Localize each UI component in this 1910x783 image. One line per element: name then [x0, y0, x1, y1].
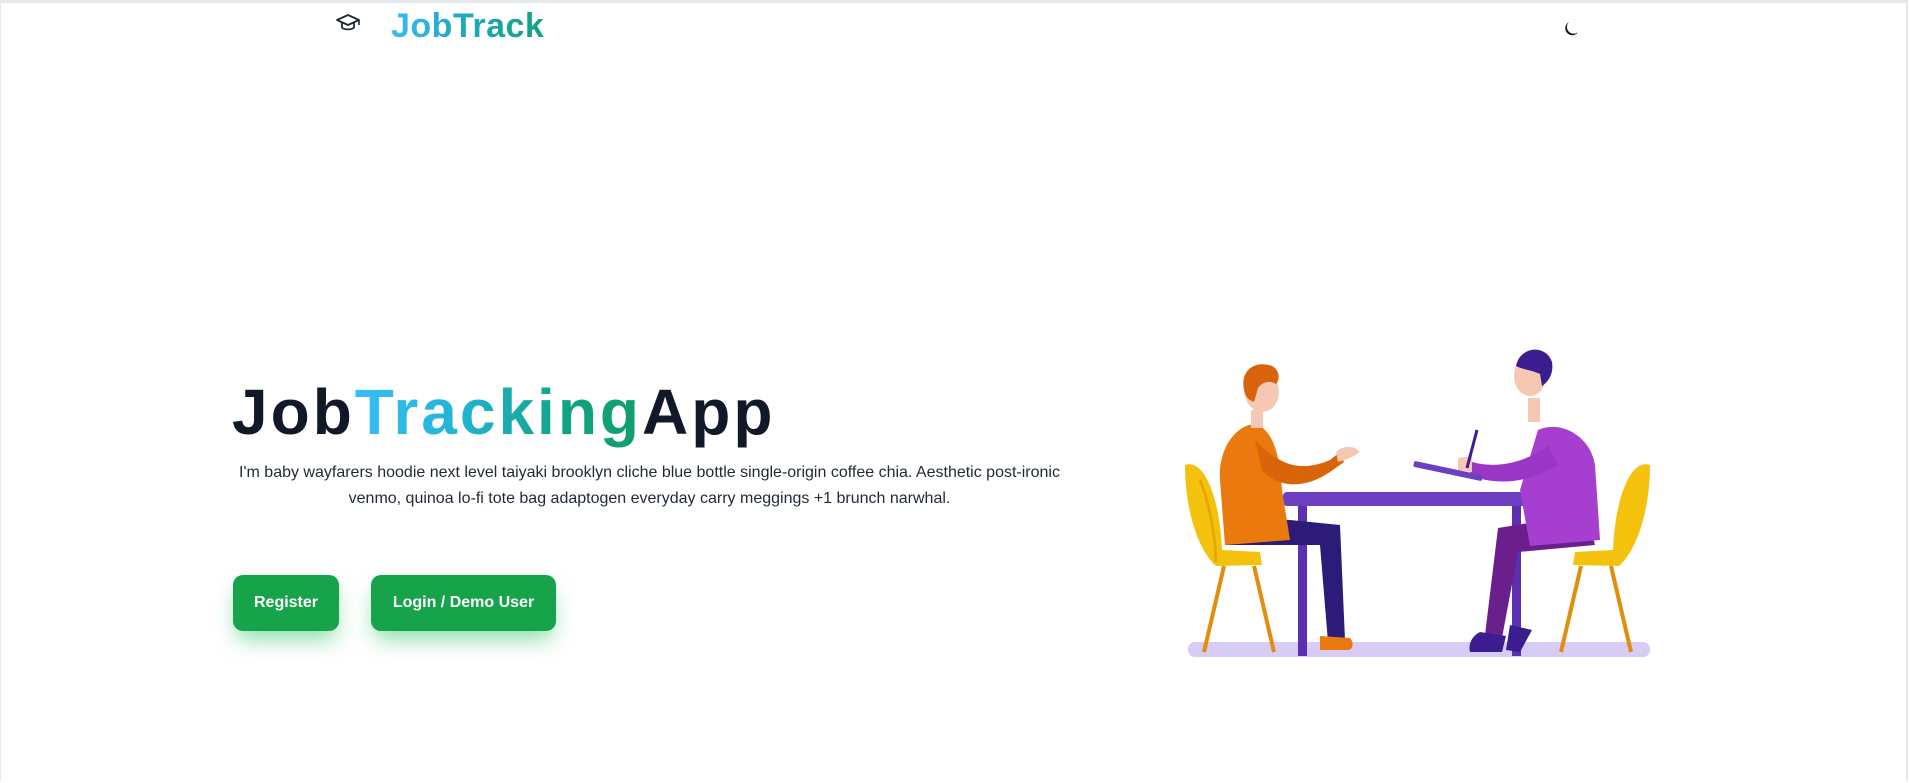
login-demo-button[interactable]: Login / Demo User [371, 575, 556, 631]
hero-title: JobTrackingApp [232, 372, 775, 452]
register-button[interactable]: Register [233, 575, 339, 631]
hero-title-part-job: Job [232, 376, 355, 448]
brand-logo-text[interactable]: JobTrack [391, 2, 544, 50]
moon-icon[interactable] [1563, 18, 1583, 38]
hero-description: I'm baby wayfarers hoodie next level tai… [239, 464, 1060, 507]
hero-title-part-tracking: Tracking [354, 376, 642, 448]
hero-title-part-app: App [642, 376, 776, 448]
graduation-cap-icon [335, 12, 361, 34]
navbar: JobTrack [0, 0, 1910, 60]
hero-illustration [1180, 340, 1655, 665]
